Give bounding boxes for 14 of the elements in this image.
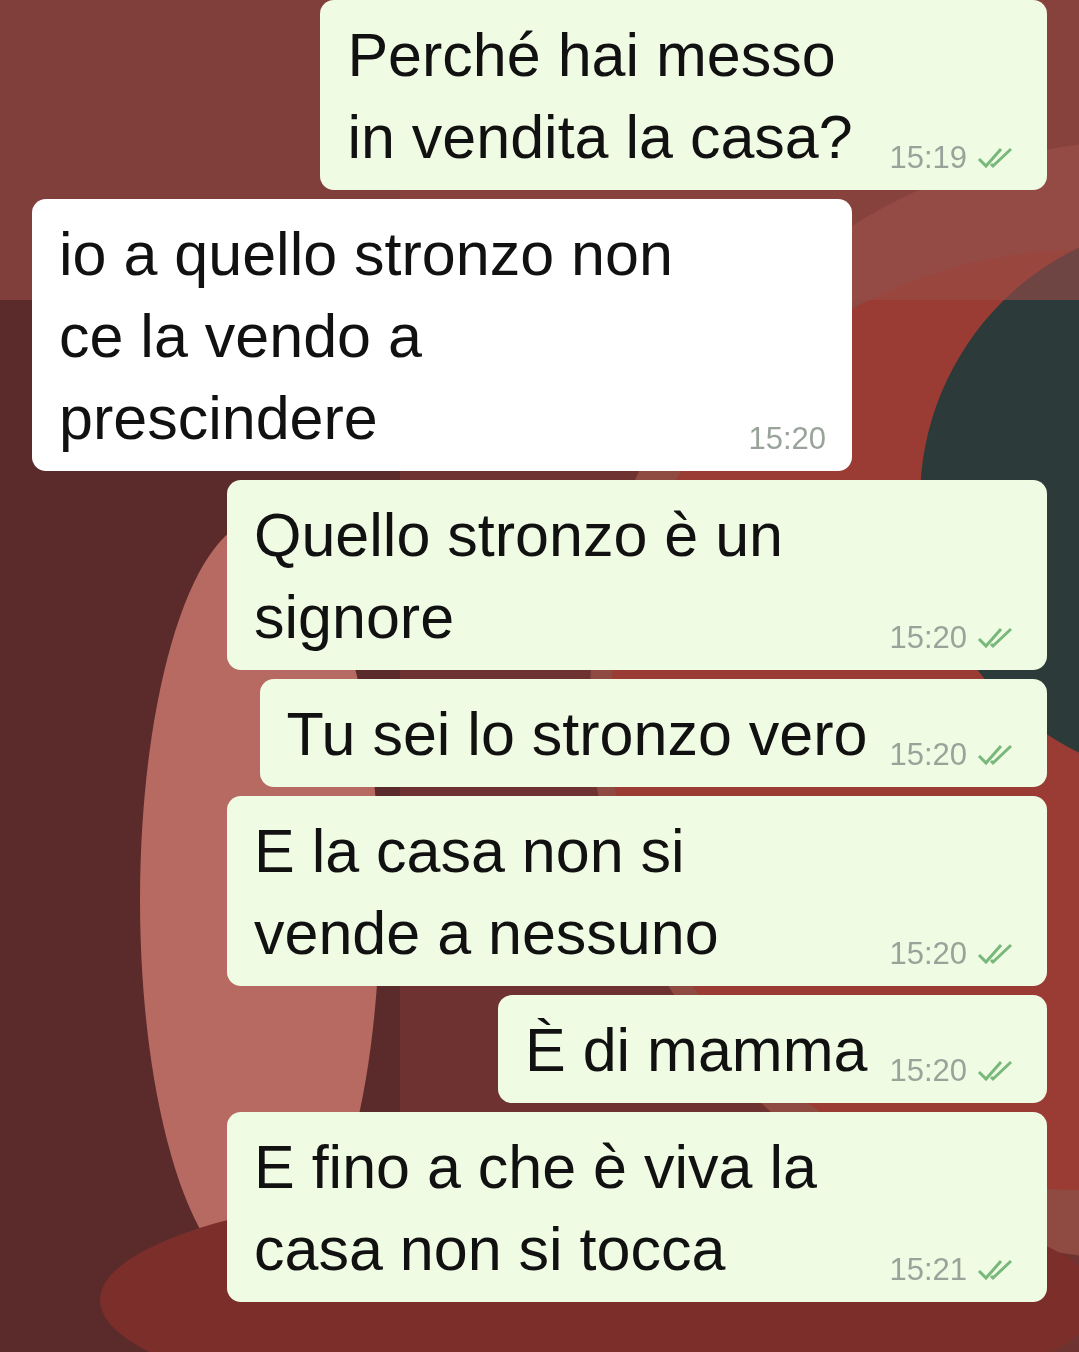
message-time: 15:20 (748, 421, 826, 457)
message-text: E fino a che è viva la casa non si tocca (254, 1132, 818, 1285)
message-text: È di mamma (525, 1015, 868, 1086)
message-text: io a quello stronzo non ce la vendo a prescindere (59, 219, 674, 454)
message-text: E la casa non si vende a nessuno (254, 816, 720, 969)
message-text: Quello stronzo è un signore (254, 500, 784, 653)
message-time: 15:20 (889, 620, 967, 656)
message-text: Perché hai messo in vendita la casa? (347, 20, 854, 173)
message-time: 15:20 (889, 737, 967, 773)
message-time: 15:21 (889, 1252, 967, 1288)
message-time: 15:19 (889, 140, 967, 176)
message-time: 15:20 (889, 936, 967, 972)
message-time: 15:20 (889, 1053, 967, 1089)
message-text: Tu sei lo stronzo vero (286, 699, 868, 770)
